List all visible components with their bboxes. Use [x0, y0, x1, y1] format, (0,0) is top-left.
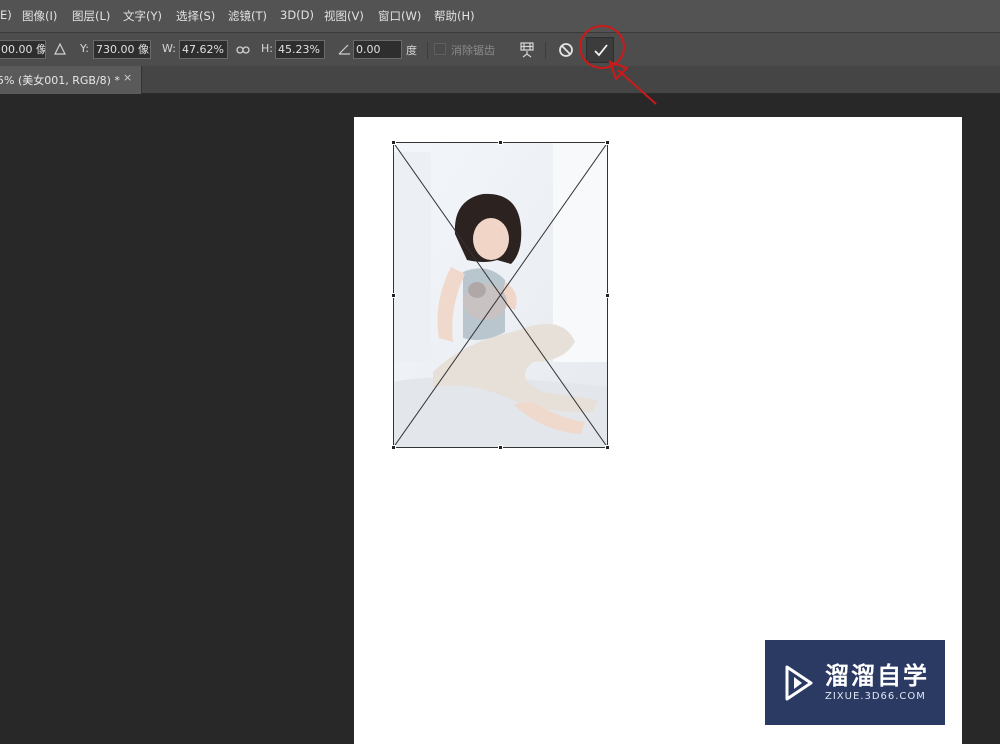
- angle-icon: [338, 44, 350, 55]
- transform-handle-top-right[interactable]: [605, 140, 610, 145]
- menu-type[interactable]: 文字(Y): [123, 8, 162, 24]
- y-position-field[interactable]: 730.00 像素: [93, 40, 151, 59]
- workspace: 溜溜自学 ZIXUE.3D66.COM: [0, 94, 1000, 744]
- menu-select[interactable]: 选择(S): [176, 8, 215, 24]
- x-position-field[interactable]: 00.00 像素: [0, 40, 46, 59]
- watermark-url: ZIXUE.3D66.COM: [825, 691, 926, 702]
- photo-image: [393, 142, 608, 448]
- angle-unit: 度: [406, 44, 417, 57]
- triangle-icon[interactable]: [54, 43, 66, 55]
- placed-photo[interactable]: [393, 142, 608, 448]
- h-label: H:: [261, 42, 273, 55]
- height-field[interactable]: 45.23%: [275, 40, 325, 59]
- document-tab-bar: 5% (美女001, RGB/8) * ×: [0, 66, 1000, 94]
- y-label: Y:: [80, 42, 89, 55]
- transform-handle-bottom-right[interactable]: [605, 445, 610, 450]
- checkmark-icon: [594, 44, 608, 57]
- watermark-logo: 溜溜自学 ZIXUE.3D66.COM: [765, 640, 945, 725]
- menu-view[interactable]: 视图(V): [324, 8, 364, 24]
- transform-handle-right[interactable]: [605, 293, 610, 298]
- menu-3d[interactable]: 3D(D): [280, 8, 314, 22]
- link-icon[interactable]: [236, 45, 250, 55]
- menu-filter[interactable]: 滤镜(T): [228, 8, 267, 24]
- antialias-label: 消除锯齿: [451, 44, 495, 57]
- menu-layer[interactable]: 图层(L): [72, 8, 110, 24]
- warp-icon[interactable]: [518, 40, 536, 59]
- commit-transform-button[interactable]: [586, 37, 614, 63]
- play-logo-icon: [785, 665, 813, 701]
- angle-field[interactable]: 0.00: [353, 40, 402, 59]
- watermark-title: 溜溜自学: [825, 662, 929, 690]
- menu-bar: E) 图像(I) 图层(L) 文字(Y) 选择(S) 滤镜(T) 3D(D) 视…: [0, 0, 1000, 32]
- separator: [545, 42, 546, 59]
- w-label: W:: [162, 42, 176, 55]
- menu-window[interactable]: 窗口(W): [378, 8, 421, 24]
- width-field[interactable]: 47.62%: [179, 40, 228, 59]
- close-tab-button[interactable]: ×: [123, 71, 132, 84]
- separator: [427, 42, 428, 59]
- menu-help[interactable]: 帮助(H): [434, 8, 475, 24]
- document-canvas[interactable]: 溜溜自学 ZIXUE.3D66.COM: [354, 117, 962, 744]
- transform-handle-top-left[interactable]: [391, 140, 396, 145]
- options-bar: 00.00 像素 Y: 730.00 像素 W: 47.62% H: 45.23…: [0, 32, 1000, 66]
- menu-image[interactable]: 图像(I): [22, 8, 57, 24]
- transform-handle-bottom-left[interactable]: [391, 445, 396, 450]
- document-tab-title: 5% (美女001, RGB/8) *: [0, 74, 120, 87]
- cancel-icon[interactable]: [558, 42, 574, 58]
- transform-handle-bottom[interactable]: [498, 445, 503, 450]
- antialias-checkbox[interactable]: [434, 43, 446, 55]
- transform-handle-top[interactable]: [498, 140, 503, 145]
- menu-edit[interactable]: E): [0, 8, 12, 22]
- document-tab[interactable]: 5% (美女001, RGB/8) * ×: [0, 66, 142, 94]
- transform-handle-left[interactable]: [391, 293, 396, 298]
